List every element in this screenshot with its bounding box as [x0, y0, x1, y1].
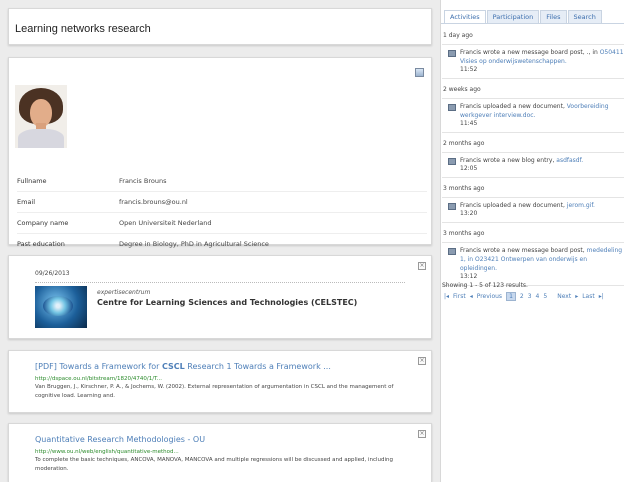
field-value: Degree in Biology, PhD in Agricultural S… — [119, 240, 269, 248]
field-label: Email — [17, 198, 36, 206]
close-icon[interactable]: × — [418, 262, 426, 270]
result-snippet: To complete the basic techniques, ANCOVA… — [35, 457, 394, 472]
search-result: × Quantitative Research Methodologies - … — [8, 423, 432, 482]
activity-item: Francis uploaded a new document, jerom.g… — [442, 197, 624, 223]
document-icon — [448, 203, 456, 210]
edit-icon[interactable] — [415, 68, 424, 77]
pagination: |◂ First ◂ Previous 1 2 3 4 5 Next ▸ Las… — [444, 292, 624, 301]
result-url[interactable]: http://www.ou.nl/web/english/quantitativ… — [35, 449, 179, 455]
activity-item: Francis wrote a new message board post, … — [442, 242, 624, 286]
page-link[interactable]: 2 — [520, 293, 524, 300]
activity-link[interactable]: jerom.gif. — [567, 202, 595, 209]
profile-fields: Fullname Francis Brouns Email francis.br… — [17, 170, 427, 254]
activity-item: Francis wrote a new blog entry, asdfasdf… — [442, 152, 624, 178]
activity-item: Francis wrote a new message board post, … — [442, 44, 624, 79]
card-kicker: expertisecentrum — [97, 289, 151, 296]
message-icon — [448, 248, 456, 255]
results-count: Showing 1 - 5 of 123 results. — [442, 282, 528, 289]
page-link[interactable]: 3 — [528, 293, 532, 300]
field-value: Open Universiteit Nederland — [119, 219, 212, 227]
search-result: × [PDF] Towards a Framework for CSCL Res… — [8, 350, 432, 413]
next-page-icon[interactable]: ▸ — [575, 293, 578, 300]
activity-time: 13:12 — [460, 273, 478, 280]
prev-page-icon[interactable]: ◂ — [470, 293, 473, 300]
next-page-link[interactable]: Next — [557, 293, 571, 300]
field-row-fullname: Fullname Francis Brouns — [17, 170, 427, 191]
tab-participation[interactable]: Participation — [486, 10, 540, 24]
tab-bar: Activities Participation Files Search — [444, 10, 603, 24]
last-page-icon[interactable]: ▸| — [599, 293, 604, 300]
document-icon — [448, 104, 456, 111]
feed-group-heading: 3 months ago — [443, 230, 485, 237]
field-label: Past education — [17, 240, 65, 248]
feed-group-heading: 1 day ago — [443, 32, 473, 39]
feed-group-heading: 3 months ago — [443, 185, 485, 192]
activity-sidebar: Activities Participation Files Search 1 … — [440, 0, 624, 482]
tab-search[interactable]: Search — [567, 10, 602, 24]
last-page-link[interactable]: Last — [582, 293, 595, 300]
title-panel: Learning networks research — [8, 8, 432, 45]
result-title-link[interactable]: Quantitative Research Methodologies - OU — [35, 435, 205, 444]
blog-icon — [448, 158, 456, 165]
page-title: Learning networks research — [15, 23, 151, 35]
result-url[interactable]: http://dspace.ou.nl/bitstream/1820/4740/… — [35, 376, 162, 382]
close-icon[interactable]: × — [418, 430, 426, 438]
profile-panel: Fullname Francis Brouns Email francis.br… — [8, 57, 432, 248]
organization-card: × 09/26/2013 expertisecentrum Centre for… — [8, 255, 432, 339]
activity-time: 13:20 — [460, 210, 478, 217]
feed-group-heading: 2 weeks ago — [443, 86, 481, 93]
activity-feed: 1 day ago Francis wrote a new message bo… — [442, 30, 624, 291]
page-link[interactable]: 4 — [536, 293, 540, 300]
message-icon — [448, 50, 456, 57]
result-title-link[interactable]: [PDF] Towards a Framework for CSCL Resea… — [35, 362, 331, 371]
close-icon[interactable]: × — [418, 357, 426, 365]
first-page-icon[interactable]: |◂ — [444, 293, 449, 300]
activity-link[interactable]: asdfasdf. — [556, 157, 583, 164]
tab-files[interactable]: Files — [540, 10, 567, 24]
page-current[interactable]: 1 — [506, 292, 516, 301]
divider — [35, 282, 405, 283]
field-value: francis.brouns@ou.nl — [119, 198, 188, 206]
previous-page-link[interactable]: Previous — [477, 293, 502, 300]
field-value: Francis Brouns — [119, 176, 167, 185]
result-snippet: Van Bruggen, J., Kirschner, P. A., & Joc… — [35, 384, 394, 399]
activity-item: Francis uploaded a new document, Voorber… — [442, 98, 624, 133]
avatar — [15, 85, 67, 148]
feed-group-heading: 2 months ago — [443, 140, 485, 147]
field-row-education: Past education Degree in Biology, PhD in… — [17, 233, 427, 254]
field-label: Fullname — [17, 176, 47, 185]
field-row-email: Email francis.brouns@ou.nl — [17, 191, 427, 212]
tab-activities[interactable]: Activities — [444, 10, 486, 24]
first-page-link[interactable]: First — [453, 293, 466, 300]
page-link[interactable]: 5 — [543, 293, 547, 300]
organization-name: Centre for Learning Sciences and Technol… — [97, 298, 358, 307]
activity-time: 11:52 — [460, 66, 478, 73]
activity-time: 11:45 — [460, 120, 478, 127]
field-row-company: Company name Open Universiteit Nederland — [17, 212, 427, 233]
field-label: Company name — [17, 219, 69, 227]
organization-thumbnail[interactable] — [35, 286, 87, 328]
activity-time: 12:05 — [460, 165, 478, 172]
card-date: 09/26/2013 — [35, 270, 70, 277]
